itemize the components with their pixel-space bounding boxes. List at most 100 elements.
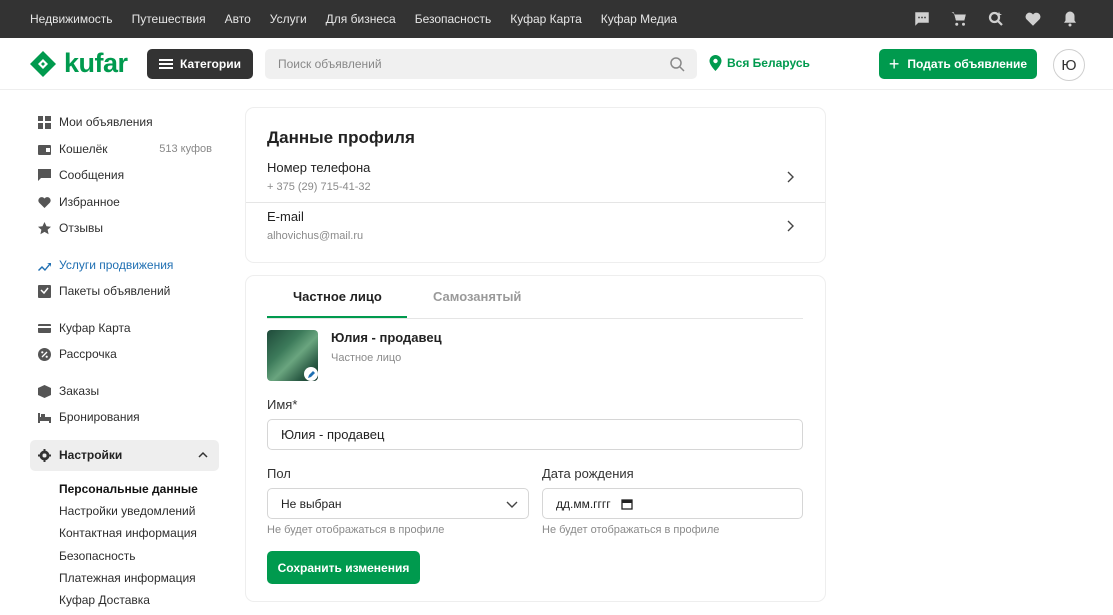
profile-name: Юлия - продавец (331, 330, 442, 345)
gear-icon (38, 449, 51, 462)
kufar-logo[interactable]: kufar (30, 48, 128, 79)
sidebar-item-label: Избранное (59, 195, 120, 209)
sidebar-item-label: Заказы (59, 384, 100, 398)
logo-text: kufar (64, 48, 128, 78)
name-input[interactable]: Юлия - продавец (267, 419, 803, 450)
profile-title: Данные профиля (267, 128, 415, 147)
post-ad-button[interactable]: + Подать объявление (879, 49, 1037, 79)
chevron-up-icon (198, 451, 208, 458)
gender-hint: Не будет отображаться в профиле (267, 524, 445, 536)
settings-sub-delivery[interactable]: Куфар Доставка (59, 593, 150, 607)
favorites-icon[interactable] (1024, 10, 1042, 28)
sidebar-settings-toggle[interactable]: Настройки (30, 440, 219, 471)
sidebar-item-label: Рассрочка (59, 347, 117, 361)
email-row[interactable]: E-mail alhovichus@mail.ru (246, 209, 825, 258)
heart-icon (38, 196, 51, 209)
top-icons (913, 0, 1079, 38)
chevron-right-icon (787, 171, 794, 183)
topnav-link-security[interactable]: Безопасность (415, 12, 492, 26)
topnav-link-auto[interactable]: Авто (225, 12, 251, 26)
grid-icon (38, 115, 51, 129)
user-avatar[interactable]: Ю (1053, 49, 1085, 81)
birth-placeholder: дд.мм.гггг (556, 496, 611, 511)
save-changes-button[interactable]: Сохранить изменения (267, 551, 420, 584)
sidebar-item-label: Кошелёк (59, 142, 108, 156)
sidebar-item-label: Сообщения (59, 168, 125, 182)
profile-photo[interactable] (267, 330, 318, 381)
gender-value: Не выбран (281, 496, 342, 511)
chevron-down-icon (506, 501, 518, 508)
topnav-link-kufar-media[interactable]: Куфар Медиа (601, 12, 677, 26)
box-icon (38, 384, 51, 398)
tab-private-person[interactable]: Частное лицо (293, 289, 382, 304)
sidebar-item-label: Услуги продвижения (59, 258, 174, 272)
settings-sub-security[interactable]: Безопасность (59, 549, 136, 563)
menu-icon (159, 59, 173, 69)
email-label: E-mail (267, 209, 304, 224)
percent-icon (38, 347, 51, 361)
sidebar-item-bookings[interactable]: Бронирования (38, 408, 218, 426)
wallet-icon (38, 143, 51, 156)
sidebar-item-favorites[interactable]: Избранное (38, 193, 218, 211)
divider (246, 202, 825, 203)
messages-icon[interactable] (913, 10, 931, 28)
sidebar-item-promotion[interactable]: Услуги продвижения (38, 256, 218, 274)
card-icon (38, 322, 51, 335)
sidebar-item-packages[interactable]: Пакеты объявлений (38, 282, 218, 300)
birth-hint: Не будет отображаться в профиле (542, 524, 720, 536)
bed-icon (38, 411, 51, 424)
site-header: kufar Категории Вся Беларусь + Подать об… (0, 38, 1113, 90)
sidebar-item-kufar-card[interactable]: Куфар Карта (38, 319, 218, 337)
sidebar-item-reviews[interactable]: Отзывы (38, 219, 218, 237)
categories-button[interactable]: Категории (147, 49, 253, 79)
location-pin-icon (709, 55, 722, 71)
logo-mark-icon (30, 50, 56, 77)
sidebar-item-wallet[interactable]: Кошелёк 513 куфов (38, 140, 218, 158)
search-box (265, 49, 697, 79)
chevron-right-icon (787, 220, 794, 232)
search-icon[interactable] (669, 56, 685, 72)
save-highlight: Сохранить изменения (263, 547, 424, 589)
settings-sub-notifications[interactable]: Настройки уведомлений (59, 504, 195, 518)
edit-icon[interactable] (304, 367, 318, 381)
phone-value: + 375 (29) 715-41-32 (267, 181, 371, 193)
chat-icon (38, 168, 51, 182)
trend-icon (38, 259, 51, 272)
gender-select[interactable]: Не выбран (267, 488, 529, 519)
search-input[interactable] (265, 49, 645, 79)
sidebar-item-label: Мои объявления (59, 115, 153, 129)
birth-label: Дата рождения (542, 466, 634, 481)
sidebar-item-orders[interactable]: Заказы (38, 382, 218, 400)
saved-search-icon[interactable] (987, 10, 1005, 28)
sidebar-item-messages[interactable]: Сообщения (38, 166, 218, 184)
tabs-divider (267, 318, 803, 319)
settings-sub-personal[interactable]: Персональные данные (59, 482, 198, 496)
settings-sub-contacts[interactable]: Контактная информация (59, 526, 197, 540)
settings-label: Настройки (59, 448, 123, 462)
sidebar-item-label: Отзывы (59, 221, 103, 235)
phone-label: Номер телефона (267, 160, 371, 175)
region-label: Вся Беларусь (727, 56, 810, 70)
topnav-link-travel[interactable]: Путешествия (132, 12, 206, 26)
settings-sub-payment[interactable]: Платежная информация (59, 571, 196, 585)
topnav-link-services[interactable]: Услуги (270, 12, 307, 26)
topnav-link-realty[interactable]: Недвижимость (30, 12, 113, 26)
profile-type: Частное лицо (331, 352, 402, 364)
wallet-balance: 513 куфов (159, 143, 212, 155)
sidebar: Мои объявления Кошелёк 513 куфов Сообщен… (0, 90, 240, 615)
sidebar-item-installments[interactable]: Рассрочка (38, 345, 218, 363)
region-selector[interactable]: Вся Беларусь (709, 55, 810, 71)
calendar-icon[interactable] (621, 498, 633, 510)
notifications-icon[interactable] (1061, 10, 1079, 28)
birth-date-input[interactable]: дд.мм.гггг (542, 488, 803, 519)
topnav-link-business[interactable]: Для бизнеса (326, 12, 396, 26)
active-tab-indicator (267, 316, 407, 318)
sidebar-item-my-ads[interactable]: Мои объявления (38, 113, 218, 131)
email-value: alhovichus@mail.ru (267, 230, 364, 242)
tab-self-employed[interactable]: Самозанятый (433, 289, 521, 304)
profile-data-card: Данные профиля Номер телефона + 375 (29)… (246, 108, 825, 262)
star-icon (38, 221, 51, 235)
topnav-link-kufar-card[interactable]: Куфар Карта (510, 12, 582, 26)
top-nav: Недвижимость Путешествия Авто Услуги Для… (30, 0, 677, 38)
cart-icon[interactable] (950, 10, 968, 28)
